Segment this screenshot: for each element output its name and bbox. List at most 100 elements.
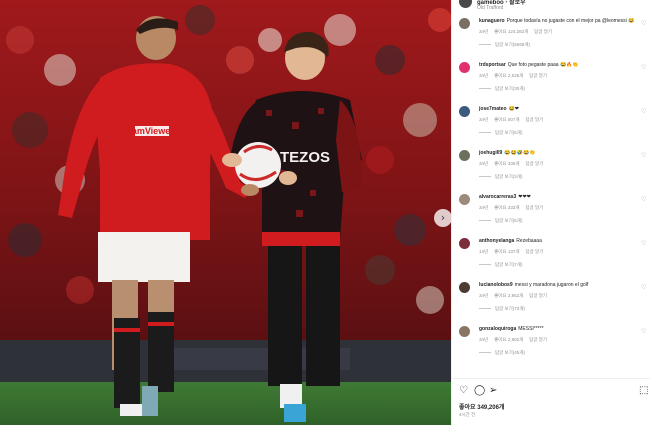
comment-likes[interactable]: 좋아요 336개 [494,161,519,166]
commenter-username[interactable]: anthonyelanga [479,238,514,244]
view-replies-button[interactable]: 답글 보기(5개) [479,130,522,136]
commenter-avatar[interactable] [459,194,470,205]
comment-text-line: joehugill9 😂😂🤣😂👏 [479,150,639,157]
comment-item: lucianolobos9 messi y maradona jugaron el… [452,282,650,324]
heart-icon[interactable]: ♡ [641,284,646,291]
comment-text-line: anthonyelanga Rezebaaaa [479,238,639,245]
comment-age: 34년 [479,73,489,78]
comment-age: 34년 [479,337,489,342]
comment-item: gonzaloquiroga MESSI***** 34년 좋아요 2,902개 답글 … [452,326,650,368]
commenter-avatar[interactable] [459,326,470,337]
commenter-username[interactable]: jose7mateo [479,106,507,112]
replies-divider [479,264,491,266]
shirt-text: TEZOS [280,149,330,166]
comment-age: 34년 [479,161,489,166]
comment-likes[interactable]: 좋아요 507개 [494,117,519,122]
replies-divider [479,44,491,46]
reply-button[interactable]: 답글 달기 [529,337,547,342]
heart-icon[interactable]: ♡ [459,385,468,396]
commenter-username[interactable]: gonzaloquiroga [479,326,516,332]
comment-likes[interactable]: 좋아요 2,902개 [494,337,523,342]
reply-button[interactable]: 답글 달기 [529,73,547,78]
comment-text-line: gonzaloquiroga MESSI***** [479,326,639,333]
view-replies-button[interactable]: 답글 보기(5개) [479,218,522,224]
replies-divider [479,220,491,222]
reply-button[interactable]: 답글 달기 [529,293,547,298]
comment-icon[interactable]: ◯ [474,385,485,396]
heart-icon[interactable]: ♡ [641,64,646,71]
share-icon[interactable]: ➢ [489,385,497,396]
comment-item: jose7mateo 😂❤ 34년 좋아요 507개 답글 달기답글 보기(5개) ♡ [452,106,650,148]
heart-icon[interactable]: ♡ [641,152,646,159]
heart-icon[interactable]: ♡ [641,240,646,247]
follow-button[interactable]: 팔로우 [509,0,526,6]
view-replies-button[interactable]: 답글 보기(30개) [479,86,525,92]
commenter-avatar[interactable] [459,62,470,73]
view-replies-label: 답글 보기(3개) [495,174,523,179]
comment-body: messi y maradona jugaron el golf [514,282,589,288]
location-link[interactable]: Old Trafford [477,5,503,11]
heart-icon[interactable]: ♡ [641,196,646,203]
comment-meta: 13년 좋아요 137개 답글 달기 [479,249,549,255]
comment-likes[interactable]: 좋아요 124,282개 [494,29,528,34]
commenter-avatar[interactable] [459,18,470,29]
commenter-avatar[interactable] [459,238,470,249]
view-replies-button[interactable]: 답글 보기(7개) [479,262,522,268]
view-replies-label: 답글 보기(7개) [495,262,523,267]
reply-button[interactable]: 답글 달기 [525,205,543,210]
comment-likes[interactable]: 좋아요 2,952개 [494,293,523,298]
photo-scene: TeamViewer TEZOS [0,0,451,425]
commenter-username[interactable]: trdsportsar [479,62,506,68]
next-photo-button[interactable]: › [434,209,451,227]
comment-likes[interactable]: 좋아요 2,535개 [494,73,523,78]
post-header: gameboo • 팔로우 Old Trafford ··· [452,0,650,15]
sponsor-text: TeamViewer [122,126,174,136]
comment-body: Porque todavía no jugaste con el mejor p… [506,18,635,24]
view-replies-button[interactable]: 답글 보기(5668개) [479,42,530,48]
comment-likes[interactable]: 좋아요 333개 [494,205,519,210]
view-replies-button[interactable]: 답글 보기(73개) [479,306,525,312]
commenter-avatar[interactable] [459,150,470,161]
commenter-avatar[interactable] [459,282,470,293]
comment-body: MESSI***** [518,326,544,332]
view-replies-label: 답글 보기(45개) [495,350,525,355]
comment-text-line: alvarocarreras3 ❤❤❤ [479,194,639,201]
reply-button[interactable]: 답글 달기 [525,117,543,122]
comment-meta: 34년 좋아요 336개 답글 달기 [479,161,549,167]
post-photo[interactable]: TeamViewer TEZOS › [0,0,451,425]
view-replies-button[interactable]: 답글 보기(3개) [479,174,522,180]
reply-button[interactable]: 답글 달기 [525,249,543,254]
reply-button[interactable]: 답글 달기 [534,29,552,34]
comment-meta: 34년 좋아요 2,535개 답글 달기 [479,73,553,79]
comment-text-line: jose7mateo 😂❤ [479,106,639,113]
heart-icon[interactable]: ♡ [641,328,646,335]
comment-age: 34년 [479,293,489,298]
bookmark-icon[interactable]: ⬚ [639,385,648,396]
likes-count[interactable]: 좋아요 349,206개 [459,402,504,411]
view-replies-label: 답글 보기(5668개) [495,42,530,47]
heart-icon[interactable]: ♡ [641,20,646,27]
replies-divider [479,352,491,354]
replies-divider [479,132,491,134]
comment-likes[interactable]: 좋아요 137개 [494,249,519,254]
comment-item: alvarocarreras3 ❤❤❤ 34년 좋아요 333개 답글 달기 답글 보기(… [452,194,650,236]
more-icon[interactable]: ··· [637,0,646,3]
replies-divider [479,88,491,90]
comment-age: 13년 [479,249,489,254]
commenter-username[interactable]: joehugill9 [479,150,502,156]
commenter-avatar[interactable] [459,106,470,117]
comment-item: trdsportsar Que foto pegaste paaa 😂🔥👏 34년 좋… [452,62,650,104]
commenter-username[interactable]: kunaguero [479,18,505,24]
view-replies-button[interactable]: 답글 보기(45개) [479,350,525,356]
comment-age: 34년 [479,29,489,34]
separator-dot: • [505,0,508,6]
heart-icon[interactable]: ♡ [641,108,646,115]
comment-body: Rezebaaaa [516,238,542,244]
commenter-username[interactable]: alvarocarreras3 [479,194,516,200]
reply-button[interactable]: 답글 달기 [525,161,543,166]
comment-item: anthonyelanga Rezebaaaa 13년 좋아요 137개 답글 달기답글… [452,238,650,280]
comment-age: 34년 [479,117,489,122]
view-replies-label: 답글 보기(5개) [495,130,523,135]
owner-avatar[interactable] [459,0,472,8]
commenter-username[interactable]: lucianolobos9 [479,282,513,288]
